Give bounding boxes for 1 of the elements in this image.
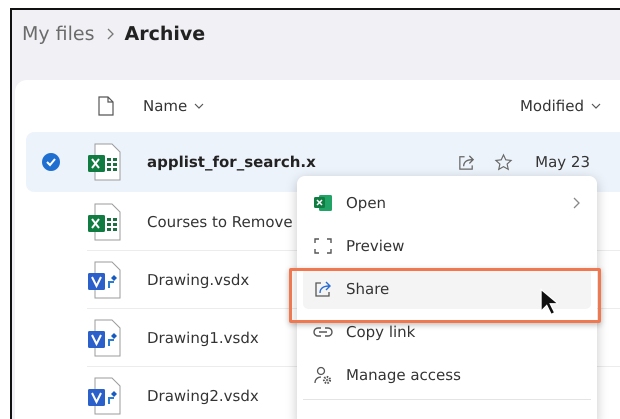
modified-date: May 23 [535,153,590,171]
